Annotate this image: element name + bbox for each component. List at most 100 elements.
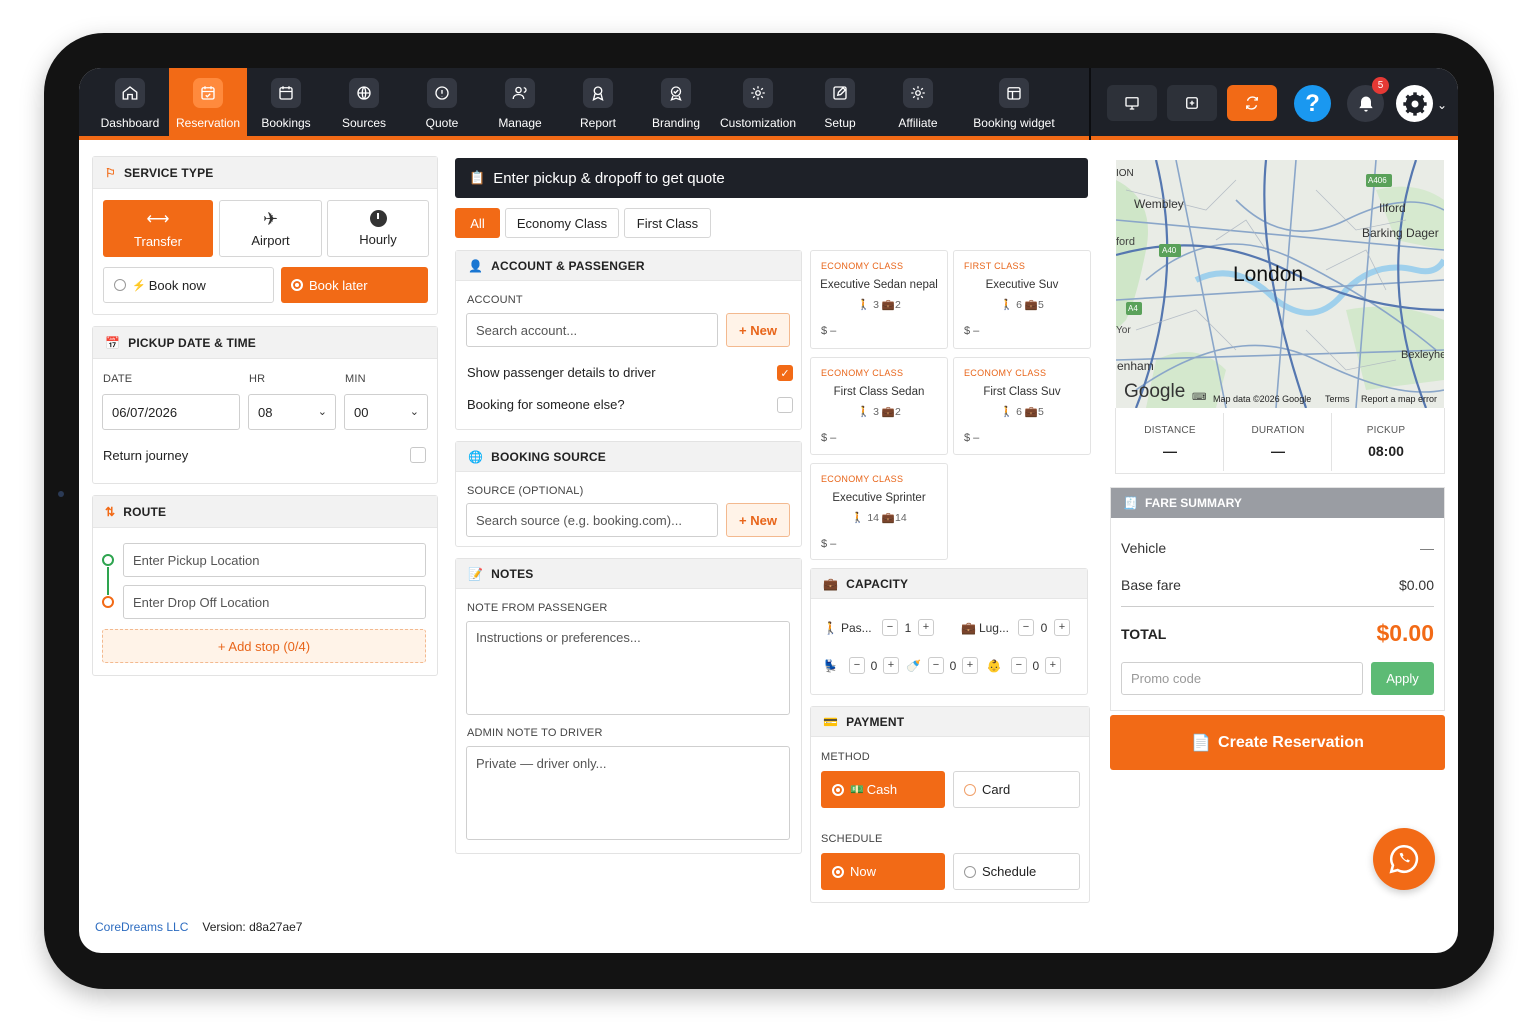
passenger-count: 3: [873, 299, 879, 311]
date-input[interactable]: 06/07/2026: [102, 394, 240, 430]
passenger-count: 6: [1016, 299, 1022, 311]
nav-bookings[interactable]: Bookings: [247, 68, 325, 140]
vehicle-card[interactable]: ECONOMY CLASS Executive Sprinter 🚶 14 💼1…: [810, 463, 948, 560]
chevron-down-icon[interactable]: ⌄: [1437, 98, 1447, 112]
stat-value: —: [1163, 443, 1177, 459]
keyboard-icon[interactable]: ⌨: [1192, 392, 1206, 403]
decrement-button[interactable]: −: [1010, 657, 1027, 674]
map-report-link[interactable]: Report a map error: [1361, 394, 1437, 404]
nav-dashboard[interactable]: Dashboard: [91, 68, 169, 140]
nav-sources[interactable]: Sources: [325, 68, 403, 140]
date-label: DATE: [103, 373, 133, 385]
help-button[interactable]: ?: [1294, 85, 1331, 122]
vehicle-class: ECONOMY CLASS: [821, 474, 904, 484]
increment-button[interactable]: +: [961, 657, 978, 674]
road-label: A4: [1128, 304, 1138, 313]
nav-report[interactable]: Report: [559, 68, 637, 140]
account-search-input[interactable]: Search account...: [466, 313, 718, 347]
new-source-button[interactable]: + New: [726, 503, 790, 537]
passenger-note-label: NOTE FROM PASSENGER: [467, 602, 608, 614]
dropoff-location-input[interactable]: Enter Drop Off Location: [123, 585, 426, 619]
hour-select[interactable]: 08 ⌄: [248, 394, 336, 430]
swap-arrows-icon: ⟷: [146, 210, 170, 228]
route-map[interactable]: A406 A40 A4 ION Wembley ford Ilford Bark…: [1116, 160, 1444, 408]
cash-option[interactable]: 💵 Cash: [821, 771, 945, 808]
luggage-icon: 💼: [881, 406, 895, 418]
nav-customization[interactable]: Customization: [715, 68, 801, 140]
nav-booking-widget[interactable]: Booking widget: [957, 68, 1071, 140]
whatsapp-chat-button[interactable]: [1373, 828, 1435, 890]
add-button[interactable]: [1167, 85, 1217, 121]
pickup-location-input[interactable]: Enter Pickup Location: [123, 543, 426, 577]
increment-button[interactable]: +: [1053, 619, 1070, 636]
decrement-button[interactable]: −: [1017, 619, 1034, 636]
place-label: Ilford: [1379, 201, 1406, 215]
minute-select[interactable]: 00 ⌄: [344, 394, 428, 430]
admin-note-textarea[interactable]: Private — driver only...: [466, 746, 790, 840]
create-reservation-button[interactable]: 📄 Create Reservation: [1110, 715, 1445, 770]
vehicle-card[interactable]: ECONOMY CLASS First Class Sedan 🚶 3 💼2 $…: [810, 357, 948, 455]
luggage-count: 14: [895, 512, 907, 524]
vehicle-card[interactable]: FIRST CLASS Executive Suv 🚶 6 💼5 $ –: [953, 250, 1091, 349]
decrement-button[interactable]: −: [848, 657, 865, 674]
service-hourly-button[interactable]: Hourly: [327, 200, 429, 257]
fare-vehicle-row: Vehicle —: [1121, 540, 1434, 556]
gear-icon: [743, 78, 773, 108]
increment-button[interactable]: +: [917, 619, 934, 636]
new-account-button[interactable]: + New: [726, 313, 790, 347]
company-link[interactable]: CoreDreams LLC: [95, 920, 188, 934]
promo-code-input[interactable]: Promo code: [1121, 662, 1363, 695]
nav-affiliate[interactable]: Affiliate: [879, 68, 957, 140]
card-header: ⇅ ROUTE: [93, 496, 437, 528]
quote-icon: [427, 78, 457, 108]
hour-value: 08: [258, 404, 273, 420]
nav-quote[interactable]: Quote: [403, 68, 481, 140]
card-title: CAPACITY: [846, 576, 909, 591]
source-search-input[interactable]: Search source (e.g. booking.com)...: [466, 503, 718, 537]
vehicle-card[interactable]: ECONOMY CLASS Executive Sedan nepal 🚶 3 …: [810, 250, 948, 349]
settings-button[interactable]: [1396, 85, 1433, 122]
button-label: Transfer: [134, 233, 182, 249]
filter-economy-tab[interactable]: Economy Class: [505, 208, 619, 238]
fare-value: —: [1420, 540, 1434, 556]
passenger-count: 14: [867, 512, 879, 524]
someone-else-checkbox[interactable]: [777, 397, 793, 413]
book-later-option[interactable]: Book later: [281, 267, 428, 303]
map-terms-link[interactable]: Terms: [1325, 394, 1350, 404]
nav-reservation[interactable]: Reservation: [169, 68, 247, 140]
person-icon: 🚶: [857, 406, 871, 418]
passenger-note-textarea[interactable]: Instructions or preferences...: [466, 621, 790, 715]
filter-first-class-tab[interactable]: First Class: [624, 208, 711, 238]
refresh-button[interactable]: [1227, 85, 1277, 121]
nav-branding[interactable]: Branding: [637, 68, 715, 140]
apply-promo-button[interactable]: Apply: [1371, 662, 1434, 695]
radio-icon: [114, 279, 126, 291]
account-label: ACCOUNT: [467, 294, 523, 306]
nav-setup[interactable]: Setup: [801, 68, 879, 140]
card-title: BOOKING SOURCE: [491, 449, 606, 464]
quote-banner: 📋 Enter pickup & dropoff to get quote: [455, 158, 1088, 198]
schedule-now-option[interactable]: Now: [821, 853, 945, 890]
stat-label: DISTANCE: [1144, 425, 1196, 436]
place-label: Wembley: [1134, 197, 1184, 211]
return-journey-checkbox[interactable]: [410, 447, 426, 463]
duration-stat: DURATION —: [1224, 413, 1332, 473]
decrement-button[interactable]: −: [927, 657, 944, 674]
someone-else-label: Booking for someone else?: [467, 397, 625, 412]
show-details-checkbox[interactable]: ✓: [777, 365, 793, 381]
book-now-option[interactable]: ⚡ Book now: [103, 267, 274, 303]
decrement-button[interactable]: −: [881, 619, 898, 636]
service-transfer-button[interactable]: ⟷ Transfer: [103, 200, 213, 257]
monitor-button[interactable]: [1107, 85, 1157, 121]
service-airport-button[interactable]: ✈ Airport: [219, 200, 322, 257]
increment-button[interactable]: +: [1044, 657, 1061, 674]
vehicle-card[interactable]: ECONOMY CLASS First Class Suv 🚶 6 💼5 $ –: [953, 357, 1091, 455]
pickup-datetime-card: 📅 PICKUP DATE & TIME DATE HR MIN 06/07/20…: [92, 326, 438, 484]
filter-all-tab[interactable]: All: [455, 208, 500, 238]
nav-manage[interactable]: Manage: [481, 68, 559, 140]
person-icon: 🚶: [823, 620, 838, 635]
increment-button[interactable]: +: [882, 657, 899, 674]
add-stop-button[interactable]: + Add stop (0/4): [102, 629, 426, 663]
schedule-later-option[interactable]: Schedule: [953, 853, 1080, 890]
card-option[interactable]: Card: [953, 771, 1080, 808]
